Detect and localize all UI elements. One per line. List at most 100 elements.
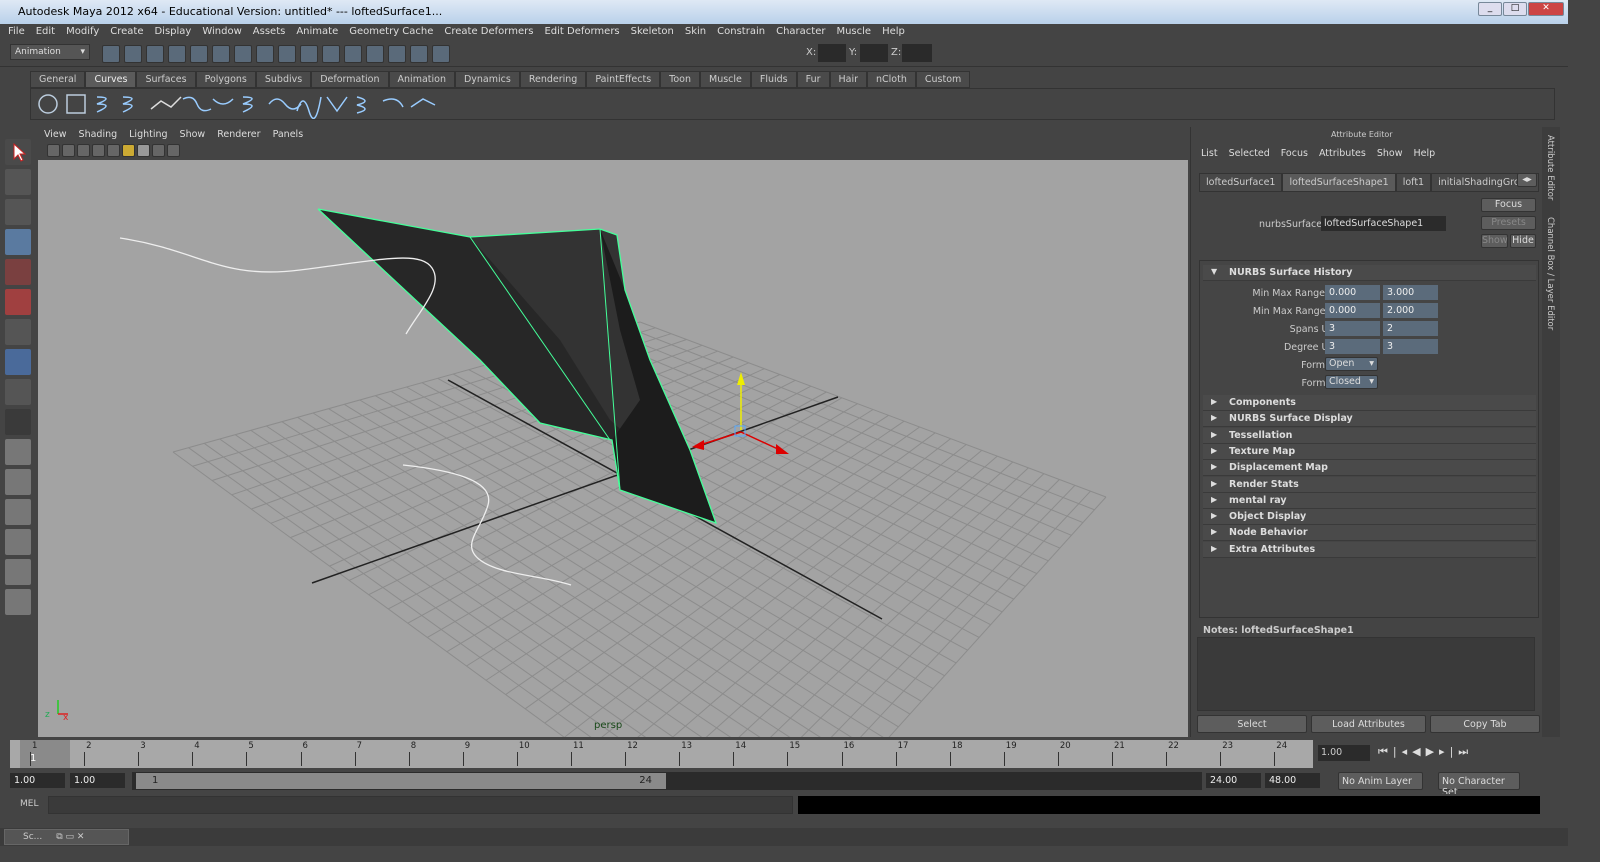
section-nurbs-surface-display[interactable]: ▶ NURBS Surface Display [1203, 411, 1536, 428]
form-u-dropdown[interactable]: Open ▾ [1325, 357, 1378, 371]
tab-muscle[interactable]: Muscle [700, 71, 751, 88]
menu-skeleton[interactable]: Skeleton [627, 24, 681, 41]
focus-button[interactable]: Focus [1481, 198, 1536, 212]
z-field[interactable] [902, 44, 932, 62]
square-icon[interactable] [66, 94, 86, 114]
xray-icon[interactable] [167, 144, 180, 157]
snap-point-icon[interactable] [278, 45, 296, 63]
ae-menu-attributes[interactable]: Attributes [1319, 148, 1366, 159]
menu-animate[interactable]: Animate [292, 24, 345, 41]
section-node-behavior[interactable]: ▶ Node Behavior [1203, 525, 1536, 542]
rotate-tool-icon[interactable] [5, 259, 31, 285]
menu-edit[interactable]: Edit [32, 24, 62, 41]
tab-painteffects[interactable]: PaintEffects [586, 71, 661, 88]
x-field[interactable] [818, 44, 846, 62]
tab-custom[interactable]: Custom [915, 71, 971, 88]
section-object-display[interactable]: ▶ Object Display [1203, 509, 1536, 526]
tab-curves[interactable]: Curves [85, 71, 137, 88]
tab-deformation[interactable]: Deformation [311, 71, 389, 88]
section-render-stats[interactable]: ▶ Render Stats [1203, 476, 1536, 493]
tab-scroll-buttons[interactable]: ◂▸ [1517, 173, 1537, 187]
command-input[interactable] [48, 796, 793, 814]
section-nurbs-surface-history[interactable]: ▼ NURBS Surface History [1203, 265, 1536, 281]
scene-view[interactable]: z x persp [38, 160, 1188, 737]
arc-icon[interactable] [182, 96, 234, 112]
notes-textarea[interactable] [1197, 637, 1535, 711]
attribute-field-1[interactable]: 0.000 [1325, 285, 1380, 300]
smooth-shade-icon[interactable] [92, 144, 105, 157]
snap-grid-icon[interactable] [234, 45, 252, 63]
attribute-field-2[interactable]: 2 [1383, 321, 1438, 336]
ae-menu-focus[interactable]: Focus [1281, 148, 1308, 159]
playback-start-field[interactable]: 1.00 [70, 773, 125, 788]
lights-icon[interactable] [122, 144, 135, 157]
close-button[interactable]: ✕ [1528, 2, 1564, 16]
attribute-field-2[interactable]: 3.000 [1383, 285, 1438, 300]
menu-file[interactable]: File [4, 24, 32, 41]
paint-select-tool-icon[interactable] [5, 199, 31, 225]
menu-modify[interactable]: Modify [62, 24, 106, 41]
tab-polygons[interactable]: Polygons [195, 71, 256, 88]
time-slider[interactable]: 1 1 2 3 4 5 6 7 8 9 10 11 12 13 14 15 16 17 18 19 20 21 22 23 2… [10, 740, 1313, 768]
range-slider-track[interactable]: 1 24 [132, 772, 1202, 790]
isolate-select-icon[interactable] [152, 144, 165, 157]
new-scene-icon[interactable] [102, 45, 120, 63]
ipr-render-icon[interactable] [432, 45, 450, 63]
curve-tools-icons[interactable] [31, 89, 451, 120]
mel-label[interactable]: MEL [20, 799, 38, 809]
perspective-viewport[interactable]: z x persp [38, 160, 1188, 737]
move-tool-icon[interactable] [5, 229, 31, 255]
character-set-dropdown[interactable]: No Character Set [1438, 772, 1520, 798]
wireframe-icon[interactable] [77, 144, 90, 157]
viewport-menu-panels[interactable]: Panels [267, 127, 310, 143]
tab-loftedSurfaceShape1[interactable]: loftedSurfaceShape1 [1282, 173, 1396, 192]
tab-rendering[interactable]: Rendering [519, 71, 587, 88]
ae-menu-show[interactable]: Show [1377, 148, 1403, 159]
tab-animation[interactable]: Animation [388, 71, 455, 88]
viewport-menu-show[interactable]: Show [174, 127, 212, 143]
viewport-menu-view[interactable]: View [38, 127, 73, 143]
copy-tab-button[interactable]: Copy Tab [1430, 715, 1540, 733]
menu-create-deformers[interactable]: Create Deformers [440, 24, 540, 41]
tab-fur[interactable]: Fur [796, 71, 830, 88]
form-v-dropdown[interactable]: Closed ▾ [1325, 375, 1378, 389]
snap-curve-icon[interactable] [256, 45, 274, 63]
attribute-field-1[interactable]: 3 [1325, 339, 1380, 354]
lock-icon[interactable] [366, 45, 384, 63]
snap-surface-icon[interactable] [322, 45, 340, 63]
pencil-curve-icon[interactable] [150, 96, 182, 110]
tab-subdivs[interactable]: Subdivs [255, 71, 312, 88]
select-object-icon[interactable] [190, 45, 208, 63]
single-perspective-layout-icon[interactable] [5, 439, 31, 465]
outliner-layout-icon[interactable] [5, 589, 31, 615]
menu-geometry-cache[interactable]: Geometry Cache [345, 24, 440, 41]
show-button[interactable]: Show [1481, 234, 1508, 248]
menu-skin[interactable]: Skin [681, 24, 713, 41]
menu-display[interactable]: Display [150, 24, 198, 41]
range-slider-handle[interactable]: 1 24 [136, 773, 666, 789]
tab-toon[interactable]: Toon [660, 71, 700, 88]
render-icon[interactable] [410, 45, 428, 63]
ae-menu-list[interactable]: List [1201, 148, 1218, 159]
last-tool-icon[interactable] [5, 409, 31, 435]
menu-assets[interactable]: Assets [249, 24, 293, 41]
four-view-layout-icon[interactable] [5, 469, 31, 495]
attribute-field-1[interactable]: 0.000 [1325, 303, 1380, 318]
playback-controls[interactable]: ⏮|◂◀▶▸|⏭ [1378, 745, 1473, 759]
persp-outliner-layout-icon[interactable] [5, 499, 31, 525]
offset-curve-icon[interactable] [242, 96, 302, 113]
attribute-editor-side-tab[interactable]: Attribute Editor [1545, 135, 1555, 200]
select-hierarchy-icon[interactable] [168, 45, 186, 63]
section-displacement-map[interactable]: ▶ Displacement Map [1203, 460, 1536, 477]
tab-loft1[interactable]: loft1 [1395, 173, 1432, 192]
persp-graph-layout-icon[interactable] [5, 529, 31, 555]
hypershade-layout-icon[interactable] [5, 559, 31, 585]
tab-fluids[interactable]: Fluids [750, 71, 797, 88]
menu-window[interactable]: Window [198, 24, 248, 41]
hide-button[interactable]: Hide [1510, 234, 1536, 248]
tab-hair[interactable]: Hair [829, 71, 868, 88]
save-scene-icon[interactable] [146, 45, 164, 63]
show-manipulator-icon[interactable] [5, 379, 31, 405]
section-texture-map[interactable]: ▶ Texture Map [1203, 443, 1536, 460]
section-mental-ray[interactable]: ▶ mental ray [1203, 492, 1536, 509]
